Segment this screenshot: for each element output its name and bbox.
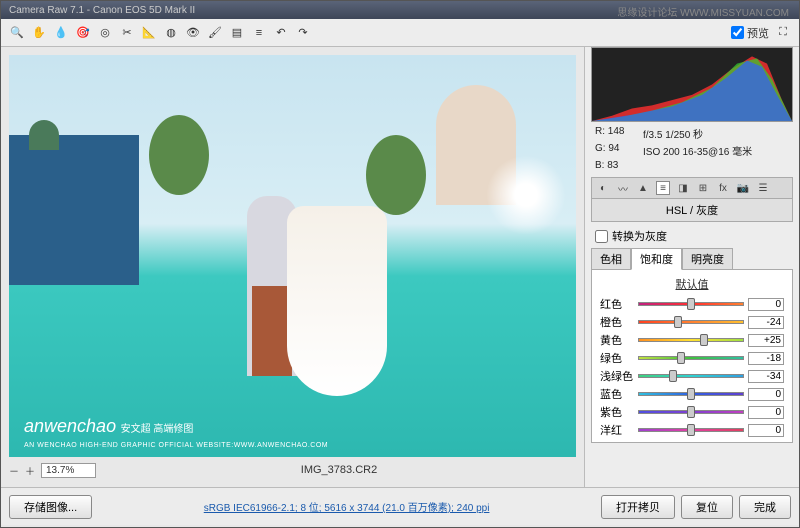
slider-value-input[interactable] bbox=[748, 424, 784, 437]
zoom-tool-icon[interactable]: 🔍 bbox=[9, 25, 25, 41]
split-tab-icon[interactable]: ◨ bbox=[676, 181, 690, 195]
rotate-ccw-icon[interactable]: ↶ bbox=[273, 25, 289, 41]
slider-track[interactable] bbox=[638, 297, 744, 311]
hand-tool-icon[interactable]: ✋ bbox=[31, 25, 47, 41]
spot-tool-icon[interactable]: ◍ bbox=[163, 25, 179, 41]
lens-tab-icon[interactable]: ⊞ bbox=[696, 181, 710, 195]
slider-row-1: 橙色 bbox=[600, 314, 784, 330]
slider-row-0: 红色 bbox=[600, 296, 784, 312]
slider-row-3: 绿色 bbox=[600, 350, 784, 366]
redeye-tool-icon[interactable]: 👁 bbox=[185, 25, 201, 41]
histogram bbox=[591, 47, 793, 122]
slider-thumb[interactable] bbox=[687, 298, 695, 310]
slider-track[interactable] bbox=[638, 333, 744, 347]
preview-checkbox[interactable]: 预览 bbox=[731, 25, 769, 41]
slider-thumb[interactable] bbox=[687, 424, 695, 436]
detail-tab-icon[interactable]: ▲ bbox=[636, 181, 650, 195]
bottom-bar: 存储图像... sRGB IEC61966-2.1; 8 位; 5616 x 3… bbox=[1, 487, 799, 525]
preview-check-input[interactable] bbox=[731, 26, 744, 39]
photo-watermark-sub: AN WENCHAO HIGH-END GRAPHIC OFFICIAL WEB… bbox=[24, 442, 328, 449]
prefs-icon[interactable]: ≡ bbox=[251, 25, 267, 41]
slider-value-input[interactable] bbox=[748, 334, 784, 347]
presets-tab-icon[interactable]: ☰ bbox=[756, 181, 770, 195]
slider-panel: 默认值 红色橙色黄色绿色浅绿色蓝色紫色洋红 bbox=[591, 269, 793, 443]
slider-track[interactable] bbox=[638, 387, 744, 401]
slider-label: 红色 bbox=[600, 296, 634, 312]
slider-value-input[interactable] bbox=[748, 352, 784, 365]
window-title: Camera Raw 7.1 - Canon EOS 5D Mark II bbox=[9, 5, 195, 16]
zoom-in-icon[interactable]: ＋ bbox=[25, 463, 35, 478]
camera-tab-icon[interactable]: 📷 bbox=[736, 181, 750, 195]
slider-value-input[interactable] bbox=[748, 316, 784, 329]
slider-thumb[interactable] bbox=[677, 352, 685, 364]
slider-value-input[interactable] bbox=[748, 298, 784, 311]
slider-label: 浅绿色 bbox=[600, 368, 634, 384]
open-copy-button[interactable]: 打开拷贝 bbox=[601, 495, 675, 519]
slider-label: 洋红 bbox=[600, 422, 634, 438]
slider-thumb[interactable] bbox=[700, 334, 708, 346]
tab-hue[interactable]: 色相 bbox=[591, 248, 631, 270]
fullscreen-icon[interactable]: ⛶ bbox=[775, 25, 791, 41]
image-preview[interactable]: anwenchao 安文超 高端修图 AN WENCHAO HIGH-END G… bbox=[9, 55, 576, 457]
default-link[interactable]: 默认值 bbox=[600, 276, 784, 292]
crop-tool-icon[interactable]: ✂ bbox=[119, 25, 135, 41]
slider-track[interactable] bbox=[638, 423, 744, 437]
grad-filter-icon[interactable]: ▤ bbox=[229, 25, 245, 41]
done-button[interactable]: 完成 bbox=[739, 495, 791, 519]
slider-track[interactable] bbox=[638, 369, 744, 383]
slider-label: 绿色 bbox=[600, 350, 634, 366]
curve-tab-icon[interactable]: 〰 bbox=[616, 181, 630, 195]
slider-thumb[interactable] bbox=[687, 388, 695, 400]
grayscale-checkbox[interactable]: 转换为灰度 bbox=[595, 228, 789, 244]
site-watermark: 思缘设计论坛 WWW.MISSYUAN.COM bbox=[617, 4, 789, 19]
slider-label: 蓝色 bbox=[600, 386, 634, 402]
zoom-select[interactable]: 13.7% bbox=[41, 463, 96, 478]
rotate-cw-icon[interactable]: ↷ bbox=[295, 25, 311, 41]
adjust-brush-icon[interactable]: 🖌 bbox=[207, 25, 223, 41]
toolbar: 🔍 ✋ 💧 🎯 ◎ ✂ 📐 ◍ 👁 🖌 ▤ ≡ ↶ ↷ 预览 ⛶ bbox=[1, 19, 799, 47]
slider-label: 橙色 bbox=[600, 314, 634, 330]
slider-value-input[interactable] bbox=[748, 388, 784, 401]
slider-row-6: 紫色 bbox=[600, 404, 784, 420]
rgb-readout: R: 148f/3.5 1/250 秒 bbox=[585, 126, 799, 143]
target-adjust-icon[interactable]: ◎ bbox=[97, 25, 113, 41]
slider-row-5: 蓝色 bbox=[600, 386, 784, 402]
slider-track[interactable] bbox=[638, 405, 744, 419]
hsl-subtabs: 色相 饱和度 明亮度 bbox=[591, 248, 793, 270]
slider-row-7: 洋红 bbox=[600, 422, 784, 438]
slider-track[interactable] bbox=[638, 315, 744, 329]
fx-tab-icon[interactable]: fx bbox=[716, 181, 730, 195]
slider-value-input[interactable] bbox=[748, 406, 784, 419]
slider-thumb[interactable] bbox=[674, 316, 682, 328]
slider-thumb[interactable] bbox=[669, 370, 677, 382]
reset-button[interactable]: 复位 bbox=[681, 495, 733, 519]
slider-label: 黄色 bbox=[600, 332, 634, 348]
straighten-tool-icon[interactable]: 📐 bbox=[141, 25, 157, 41]
photo-watermark: anwenchao 安文超 高端修图 bbox=[24, 416, 193, 437]
tab-luminance[interactable]: 明亮度 bbox=[682, 248, 733, 270]
workflow-link[interactable]: sRGB IEC61966-2.1; 8 位; 5616 x 3744 (21.… bbox=[100, 499, 593, 514]
save-image-button[interactable]: 存储图像... bbox=[9, 495, 92, 519]
slider-label: 紫色 bbox=[600, 404, 634, 420]
basic-tab-icon[interactable]: ◐ bbox=[596, 181, 610, 195]
filename-label: IMG_3783.CR2 bbox=[102, 464, 576, 476]
panel-title: HSL / 灰度 bbox=[591, 199, 793, 222]
panel-tabs: ◐ 〰 ▲ ≡ ◨ ⊞ fx 📷 ☰ bbox=[591, 177, 793, 199]
color-sampler-icon[interactable]: 🎯 bbox=[75, 25, 91, 41]
wb-tool-icon[interactable]: 💧 bbox=[53, 25, 69, 41]
slider-row-2: 黄色 bbox=[600, 332, 784, 348]
zoom-out-icon[interactable]: － bbox=[9, 463, 19, 478]
slider-row-4: 浅绿色 bbox=[600, 368, 784, 384]
tab-saturation[interactable]: 饱和度 bbox=[631, 248, 682, 270]
slider-track[interactable] bbox=[638, 351, 744, 365]
hsl-tab-icon[interactable]: ≡ bbox=[656, 181, 670, 195]
slider-value-input[interactable] bbox=[748, 370, 784, 383]
slider-thumb[interactable] bbox=[687, 406, 695, 418]
